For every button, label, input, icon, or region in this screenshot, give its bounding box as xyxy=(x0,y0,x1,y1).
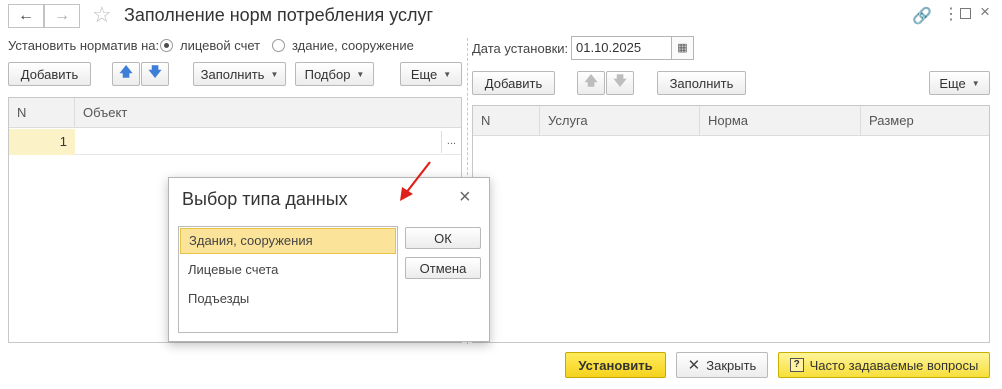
cancel-label: Отмена xyxy=(419,260,467,276)
right-more-button[interactable]: Еще ▼ xyxy=(929,71,990,95)
move-down-button[interactable]: 🡇 xyxy=(141,62,169,86)
date-input[interactable]: 01.10.2025 xyxy=(571,36,672,60)
cancel-button[interactable]: Отмена xyxy=(405,257,481,279)
left-add-label: Добавить xyxy=(20,66,79,82)
right-add-button[interactable]: Добавить xyxy=(472,71,555,95)
list-item[interactable]: Здания, сооружения xyxy=(180,228,396,254)
right-more-label: Еще xyxy=(939,75,966,91)
arrow-down-icon: 🡇 xyxy=(148,64,162,79)
pick-label: Подбор xyxy=(304,66,351,82)
column-header-norm[interactable]: Норма xyxy=(700,106,861,136)
row-number: 1 xyxy=(59,134,67,149)
favorite-star-icon[interactable]: ☆ xyxy=(92,2,112,28)
column-header-service[interactable]: Услуга xyxy=(540,106,700,136)
faq-label: Часто задаваемые вопросы xyxy=(809,357,979,373)
date-label: Дата установки: xyxy=(472,41,569,56)
arrow-up-icon: 🡅 xyxy=(119,64,133,79)
right-fill-label: Заполнить xyxy=(669,75,734,91)
calendar-button[interactable]: ▦ xyxy=(672,36,694,60)
column-header-n[interactable]: N xyxy=(473,106,540,136)
left-fill-label: Заполнить xyxy=(200,66,265,82)
annotation-arrow-icon xyxy=(400,161,431,201)
pick-button[interactable]: Подбор ▼ xyxy=(295,62,374,86)
left-fill-button[interactable]: Заполнить ▼ xyxy=(193,62,286,86)
table-header: N Объект xyxy=(9,98,461,128)
ok-label: ОК xyxy=(434,230,452,246)
data-type-dialog: Выбор типа данных × Здания, сооружения Л… xyxy=(168,177,490,342)
close-label: Закрыть xyxy=(706,357,757,373)
dialog-close-icon[interactable]: × xyxy=(459,186,471,209)
close-x-icon: ✕ xyxy=(687,357,701,374)
help-icon: ? xyxy=(789,358,804,372)
right-move-up-button[interactable]: 🡅 xyxy=(577,71,605,95)
table-row[interactable]: 1 ... xyxy=(9,129,461,155)
radio-account-label[interactable]: лицевой счет xyxy=(180,38,260,53)
choose-button[interactable]: ... xyxy=(441,131,461,153)
arrow-right-icon: → xyxy=(54,7,70,24)
right-fill-button[interactable]: Заполнить xyxy=(657,71,746,95)
left-more-button[interactable]: Еще ▼ xyxy=(400,62,462,86)
right-move-down-button[interactable]: 🡇 xyxy=(606,71,634,95)
date-value: 01.10.2025 xyxy=(576,40,642,55)
forward-button[interactable]: → xyxy=(44,4,80,28)
dialog-title: Выбор типа данных xyxy=(182,189,348,209)
radio-account[interactable] xyxy=(160,39,173,52)
column-header-size[interactable]: Размер xyxy=(861,106,989,136)
install-button[interactable]: Установить xyxy=(565,352,666,378)
data-type-list[interactable]: Здания, сооружения Лицевые счета Подъезд… xyxy=(178,226,398,333)
arrow-up-icon: 🡅 xyxy=(584,73,598,88)
dropdown-caret-icon: ▼ xyxy=(356,69,365,79)
left-add-button[interactable]: Добавить xyxy=(8,62,91,86)
ok-button[interactable]: ОК xyxy=(405,227,481,249)
faq-button[interactable]: ? Часто задаваемые вопросы xyxy=(778,352,990,378)
close-icon[interactable]: × xyxy=(980,2,990,22)
radio-building[interactable] xyxy=(272,39,285,52)
calendar-icon: ▦ xyxy=(677,42,688,54)
dropdown-caret-icon: ▼ xyxy=(443,69,452,79)
set-normative-label: Установить норматив на: xyxy=(8,38,160,53)
left-more-label: Еще xyxy=(410,66,438,82)
arrow-left-icon: ← xyxy=(18,7,34,24)
back-button[interactable]: ← xyxy=(8,4,44,28)
close-button[interactable]: ✕ Закрыть xyxy=(676,352,768,378)
row-number-cell: 1 xyxy=(9,129,75,155)
services-table: N Услуга Норма Размер xyxy=(472,105,990,343)
list-item[interactable]: Подъезды xyxy=(180,286,396,312)
dropdown-caret-icon: ▼ xyxy=(270,69,279,79)
move-up-button[interactable]: 🡅 xyxy=(112,62,140,86)
column-header-n[interactable]: N xyxy=(9,98,75,128)
maximize-icon[interactable] xyxy=(960,8,971,19)
link-icon[interactable]: 🔗 xyxy=(912,6,932,26)
menu-dots-icon[interactable]: ⋮ xyxy=(943,4,959,24)
page-title: Заполнение норм потребления услуг xyxy=(124,5,434,25)
right-add-label: Добавить xyxy=(484,75,543,91)
arrow-down-icon: 🡇 xyxy=(613,73,627,88)
table-header: N Услуга Норма Размер xyxy=(473,106,989,136)
object-cell[interactable] xyxy=(75,129,441,155)
list-item[interactable]: Лицевые счета xyxy=(180,257,396,283)
install-label: Установить xyxy=(578,357,653,373)
dropdown-caret-icon: ▼ xyxy=(971,78,980,88)
ellipsis-label: ... xyxy=(446,135,457,147)
column-header-object[interactable]: Объект xyxy=(75,98,461,128)
radio-building-label[interactable]: здание, сооружение xyxy=(292,38,414,53)
